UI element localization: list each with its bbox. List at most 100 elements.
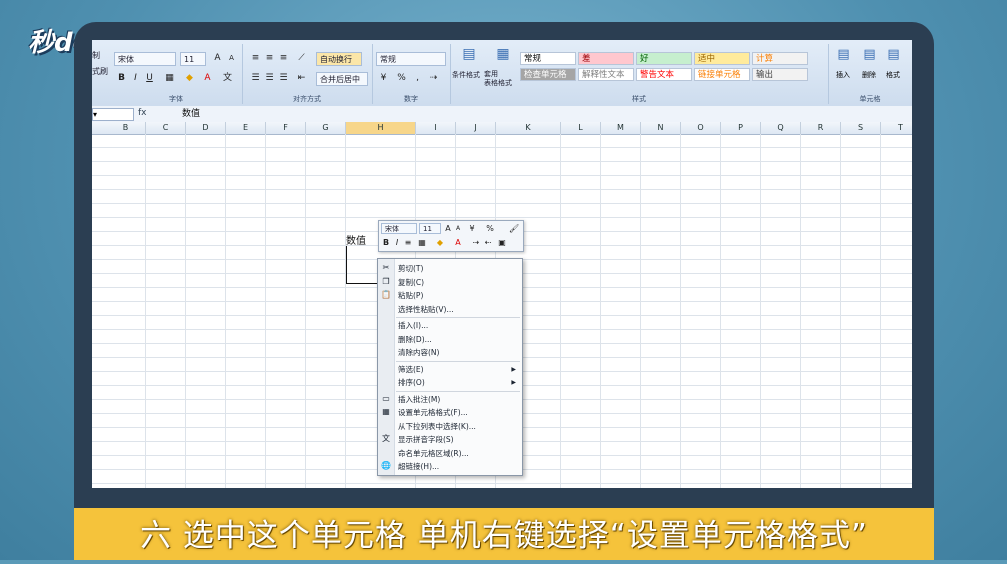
column-header-k[interactable]: K	[496, 122, 561, 134]
border-icon[interactable]: ▦	[162, 72, 177, 85]
formula-input[interactable]: 数值	[182, 107, 200, 121]
cell-style-8[interactable]: 链接单元格	[694, 68, 750, 81]
mini-border-icon[interactable]: ▦	[417, 237, 427, 248]
column-header-e[interactable]: E	[226, 122, 266, 134]
column-header-r[interactable]: R	[801, 122, 841, 134]
column-header-n[interactable]: N	[641, 122, 681, 134]
mini-size-select[interactable]: 11	[419, 223, 441, 234]
align-middle-icon[interactable]: ≡	[262, 52, 277, 65]
align-left-icon[interactable]: ☰	[248, 72, 263, 85]
format-cells-label[interactable]: 格式	[886, 70, 900, 80]
table-format-icon[interactable]: ▦	[492, 47, 514, 66]
insert-cells-icon[interactable]: ▤	[836, 48, 851, 61]
table-format-label[interactable]: 套用 表格格式	[484, 70, 512, 88]
column-header-d[interactable]: D	[186, 122, 226, 134]
column-header-t[interactable]: T	[881, 122, 912, 134]
context-menu-item[interactable]: 筛选(E) ▶	[378, 363, 522, 376]
column-header-q[interactable]: Q	[761, 122, 801, 134]
column-header-m[interactable]: M	[601, 122, 641, 134]
mini-format-painter-icon[interactable]: 🖌	[509, 223, 519, 234]
mini-decrease-decimal-icon[interactable]: ⇠	[483, 237, 493, 248]
context-menu-item[interactable]: ✂ 剪切(T)	[378, 262, 522, 275]
column-header-p[interactable]: P	[721, 122, 761, 134]
context-menu-item[interactable]: ❐ 复制(C)	[378, 276, 522, 289]
context-menu-item[interactable]: 文显示拼音字段(S)	[378, 433, 522, 446]
mini-font-color-icon[interactable]: A	[453, 237, 463, 248]
column-header-l[interactable]: L	[561, 122, 601, 134]
column-header-c[interactable]: C	[146, 122, 186, 134]
wrap-text-button[interactable]: 自动换行	[316, 52, 362, 66]
number-format-select[interactable]: 常规	[376, 52, 446, 66]
merge-center-button[interactable]: 合并后居中	[316, 72, 368, 86]
column-header-f[interactable]: F	[266, 122, 306, 134]
increase-decimal-icon[interactable]: ⇢	[426, 72, 441, 85]
column-header-b[interactable]: B	[106, 122, 146, 134]
format-painter-label[interactable]: 式刷	[92, 64, 108, 80]
column-header-j[interactable]: J	[456, 122, 496, 134]
conditional-format-label[interactable]: 条件格式	[452, 70, 480, 80]
context-menu-item[interactable]: 🌐 超链接(H)...	[378, 460, 522, 473]
font-size-select[interactable]: 11	[180, 52, 206, 66]
column-header-o[interactable]: O	[681, 122, 721, 134]
mini-bold-icon[interactable]: B	[381, 237, 391, 248]
align-bottom-icon[interactable]: ≡	[276, 52, 291, 65]
mini-percent-button[interactable]: %	[485, 223, 495, 234]
column-header-g[interactable]: G	[306, 122, 346, 134]
selected-cell-value[interactable]: 数值	[346, 232, 366, 247]
delete-cells-label[interactable]: 删除	[862, 70, 876, 80]
mini-merge-icon[interactable]: ▣	[497, 237, 507, 248]
cell-style-3[interactable]: 适中	[694, 52, 750, 65]
percent-button[interactable]: %	[394, 72, 409, 85]
comma-style-icon[interactable]: ,	[410, 72, 425, 85]
align-top-icon[interactable]: ≡	[248, 52, 263, 65]
bold-icon[interactable]: B	[114, 72, 129, 85]
font-name-select[interactable]: 宋体	[114, 52, 176, 66]
cell-style-1[interactable]: 差	[578, 52, 634, 65]
name-box[interactable]: ▾	[92, 108, 134, 121]
context-menu-item[interactable]: 从下拉列表中选择(K)...	[378, 420, 522, 433]
mini-grow-font-icon[interactable]: A	[443, 223, 453, 234]
align-right-icon[interactable]: ☰	[276, 72, 291, 85]
context-menu-item[interactable]: ▭ 插入批注(M)	[378, 393, 522, 406]
mini-italic-icon[interactable]: I	[392, 237, 402, 248]
context-menu-item[interactable]: ▦ 设置单元格格式(F)...	[378, 406, 522, 419]
context-menu-item[interactable]: 插入(I)...	[378, 319, 522, 332]
mini-center-icon[interactable]: ≡	[403, 237, 413, 248]
context-menu-item[interactable]: 排序(O) ▶	[378, 376, 522, 389]
cell-style-5[interactable]: 检查单元格	[520, 68, 576, 81]
conditional-format-icon[interactable]: ▤	[458, 47, 480, 66]
context-menu-item[interactable]: 选择性粘贴(V)...	[378, 303, 522, 316]
format-cells-ribbon-icon[interactable]: ▤	[886, 48, 901, 61]
mini-increase-decimal-icon[interactable]: ⇢	[471, 237, 481, 248]
cell-style-7[interactable]: 警告文本	[636, 68, 692, 81]
italic-icon[interactable]: I	[128, 72, 143, 85]
align-center-icon[interactable]: ☰	[262, 72, 277, 85]
decrease-indent-icon[interactable]: ⇤	[294, 72, 309, 85]
column-header-i[interactable]: I	[416, 122, 456, 134]
cell-style-6[interactable]: 解释性文本	[578, 68, 634, 81]
mini-currency-icon[interactable]: ¥	[467, 223, 477, 234]
cell-style-0[interactable]: 常规	[520, 52, 576, 65]
cell-style-2[interactable]: 好	[636, 52, 692, 65]
fill-color-icon[interactable]: ◆	[182, 72, 197, 85]
cell-style-9[interactable]: 输出	[752, 68, 808, 81]
insert-cells-label[interactable]: 插入	[836, 70, 850, 80]
delete-cells-icon[interactable]: ▤	[862, 48, 877, 61]
underline-icon[interactable]: U	[142, 72, 157, 85]
context-menu-item[interactable]: 删除(D)...	[378, 333, 522, 346]
column-header-s[interactable]: S	[841, 122, 881, 134]
fx-icon[interactable]: fx	[138, 108, 172, 119]
font-color-icon[interactable]: A	[200, 72, 215, 85]
grow-font-icon[interactable]: A	[210, 52, 225, 65]
mini-fill-color-icon[interactable]: ◆	[435, 237, 445, 248]
context-menu-item[interactable]: 命名单元格区域(R)...	[378, 447, 522, 460]
mini-shrink-font-icon[interactable]: A	[453, 223, 463, 234]
currency-icon[interactable]: ¥	[376, 72, 391, 85]
context-menu-item[interactable]: 清除内容(N)	[378, 346, 522, 359]
column-header-h[interactable]: H	[346, 122, 416, 134]
cell-style-4[interactable]: 计算	[752, 52, 808, 65]
orientation-icon[interactable]: ⟋	[294, 52, 309, 65]
context-menu-item[interactable]: 📋 粘贴(P)	[378, 289, 522, 302]
mini-font-select[interactable]: 宋体	[381, 223, 417, 234]
phonetic-guide-icon[interactable]: 文	[220, 72, 235, 85]
